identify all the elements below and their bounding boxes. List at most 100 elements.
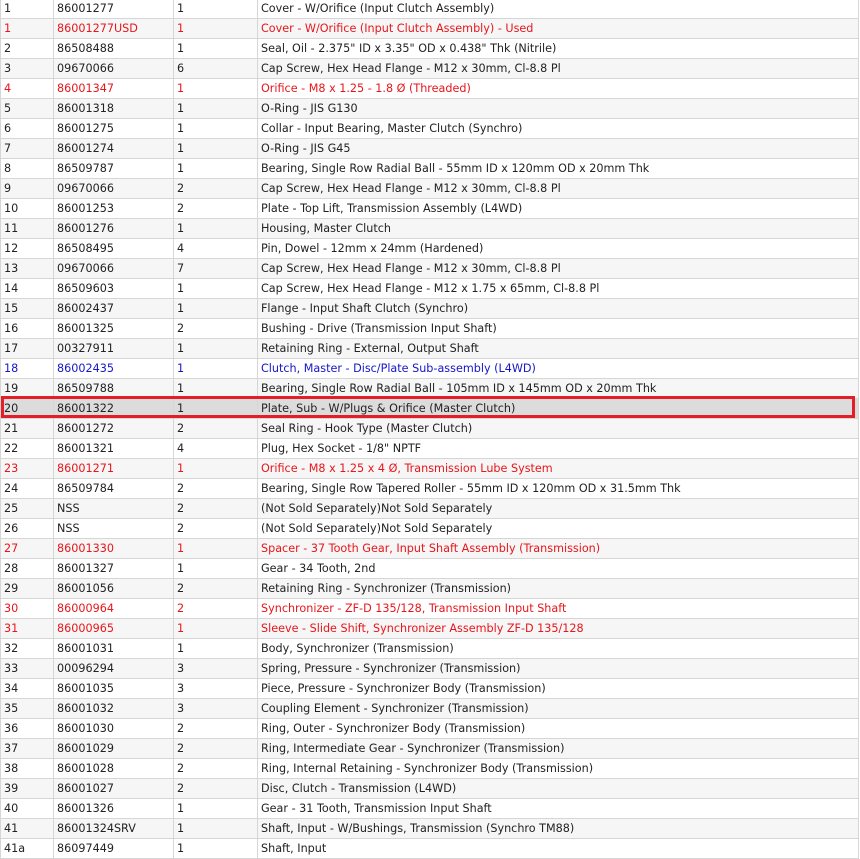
table-row[interactable]: 16 86001325 2 Bushing - Drive (Transmission… — [0, 318, 859, 339]
table-row[interactable]: 8 86509787 1 Bearing, Single Row Radial Bal… — [0, 158, 859, 179]
quantity-cell: 1 — [173, 98, 258, 119]
part-number-cell: 86509784 — [53, 478, 174, 499]
description-cell: Seal Ring - Hook Type (Master Clutch) — [257, 418, 859, 439]
table-row[interactable]: 39 86001027 2 Disc, Clutch - Transmission (… — [0, 778, 859, 799]
item-number-cell: 14 — [0, 278, 54, 299]
quantity-cell: 2 — [173, 318, 258, 339]
description-cell: Clutch, Master - Disc/Plate Sub-assembly… — [257, 358, 859, 379]
item-number-cell: 21 — [0, 418, 54, 439]
description-cell: (Not Sold Separately)Not Sold Separately — [257, 498, 859, 519]
part-number-cell: 09670066 — [53, 58, 174, 79]
table-row[interactable]: 40 86001326 1 Gear - 31 Tooth, Transmission… — [0, 798, 859, 819]
quantity-cell: 1 — [173, 358, 258, 379]
table-row[interactable]: 27 86001330 1 Spacer - 37 Tooth Gear, Input… — [0, 538, 859, 559]
part-number-cell: 86002435 — [53, 358, 174, 379]
item-number-cell: 27 — [0, 538, 54, 559]
table-row[interactable]: 25 NSS 2 (Not Sold Separately)Not Sold Sepa… — [0, 498, 859, 519]
table-row[interactable]: 31 86000965 1 Sleeve - Slide Shift, Synchro… — [0, 618, 859, 639]
table-row[interactable]: 33 00096294 3 Spring, Pressure - Synchroniz… — [0, 658, 859, 679]
table-row[interactable]: 1 86001277 1 Cover - W/Orifice (Input Clutc… — [0, 0, 859, 19]
table-row[interactable]: 21 86001272 2 Seal Ring - Hook Type (Master… — [0, 418, 859, 439]
table-row[interactable]: 34 86001035 3 Piece, Pressure - Synchronize… — [0, 678, 859, 699]
table-row[interactable]: 3 09670066 6 Cap Screw, Hex Head Flange - M… — [0, 58, 859, 79]
part-number-cell: 86001028 — [53, 758, 174, 779]
table-row[interactable]: 41a 86097449 1 Shaft, Input — [0, 838, 859, 859]
quantity-cell: 2 — [173, 718, 258, 739]
table-row[interactable]: 17 00327911 1 Retaining Ring - External, Ou… — [0, 338, 859, 359]
part-number-cell: 86001031 — [53, 638, 174, 659]
table-row[interactable]: 24 86509784 2 Bearing, Single Row Tapered R… — [0, 478, 859, 499]
table-row[interactable]: 6 86001275 1 Collar - Input Bearing, Master… — [0, 118, 859, 139]
quantity-cell: 1 — [173, 0, 258, 19]
table-row[interactable]: 2 86508488 1 Seal, Oil - 2.375" ID x 3.35" … — [0, 38, 859, 59]
table-row[interactable]: 22 86001321 4 Plug, Hex Socket - 1/8" NPTF — [0, 438, 859, 459]
description-cell: Sleeve - Slide Shift, Synchronizer Assem… — [257, 618, 859, 639]
table-row[interactable]: 1 86001277USD 1 Cover - W/Orifice (Input Cl… — [0, 18, 859, 39]
quantity-cell: 1 — [173, 538, 258, 559]
part-number-cell: 86001274 — [53, 138, 174, 159]
table-row[interactable]: 18 86002435 1 Clutch, Master - Disc/Plate S… — [0, 358, 859, 379]
quantity-cell: 2 — [173, 578, 258, 599]
item-number-cell: 13 — [0, 258, 54, 279]
part-number-cell: 09670066 — [53, 258, 174, 279]
table-row[interactable]: 19 86509788 1 Bearing, Single Row Radial Ba… — [0, 378, 859, 399]
description-cell: Cap Screw, Hex Head Flange - M12 x 1.75 … — [257, 278, 859, 299]
description-cell: Retaining Ring - External, Output Shaft — [257, 338, 859, 359]
part-number-cell: 86001276 — [53, 218, 174, 239]
table-row[interactable]: 41 86001324SRV 1 Shaft, Input - W/Bushings,… — [0, 818, 859, 839]
description-cell: Gear - 34 Tooth, 2nd — [257, 558, 859, 579]
description-cell: Plug, Hex Socket - 1/8" NPTF — [257, 438, 859, 459]
item-number-cell: 22 — [0, 438, 54, 459]
quantity-cell: 1 — [173, 618, 258, 639]
table-row[interactable]: 28 86001327 1 Gear - 34 Tooth, 2nd — [0, 558, 859, 579]
quantity-cell: 2 — [173, 758, 258, 779]
quantity-cell: 3 — [173, 658, 258, 679]
item-number-cell: 37 — [0, 738, 54, 759]
table-row[interactable]: 4 86001347 1 Orifice - M8 x 1.25 - 1.8 Ø (T… — [0, 78, 859, 99]
table-row[interactable]: 36 86001030 2 Ring, Outer - Synchronizer Bo… — [0, 718, 859, 739]
part-number-cell: 86001277 — [53, 0, 174, 19]
description-cell: Body, Synchronizer (Transmission) — [257, 638, 859, 659]
quantity-cell: 4 — [173, 438, 258, 459]
item-number-cell: 25 — [0, 498, 54, 519]
description-cell: Spacer - 37 Tooth Gear, Input Shaft Asse… — [257, 538, 859, 559]
table-row[interactable]: 10 86001253 2 Plate - Top Lift, Transmissio… — [0, 198, 859, 219]
table-row[interactable]: 26 NSS 2 (Not Sold Separately)Not Sold Sepa… — [0, 518, 859, 539]
description-cell: Orifice - M8 x 1.25 x 4 Ø, Transmission … — [257, 458, 859, 479]
table-row[interactable]: 38 86001028 2 Ring, Internal Retaining - Sy… — [0, 758, 859, 779]
table-row[interactable]: 23 86001271 1 Orifice - M8 x 1.25 x 4 Ø, Tr… — [0, 458, 859, 479]
table-row[interactable]: 15 86002437 1 Flange - Input Shaft Clutch (… — [0, 298, 859, 319]
part-number-cell: 86001029 — [53, 738, 174, 759]
table-row[interactable]: 7 86001274 1 O-Ring - JIS G45 — [0, 138, 859, 159]
quantity-cell: 1 — [173, 138, 258, 159]
description-cell: Plate - Top Lift, Transmission Assembly … — [257, 198, 859, 219]
table-row[interactable]: 35 86001032 3 Coupling Element - Synchroniz… — [0, 698, 859, 719]
table-row[interactable]: 11 86001276 1 Housing, Master Clutch — [0, 218, 859, 239]
item-number-cell: 23 — [0, 458, 54, 479]
description-cell: Flange - Input Shaft Clutch (Synchro) — [257, 298, 859, 319]
table-row[interactable]: 37 86001029 2 Ring, Intermediate Gear - Syn… — [0, 738, 859, 759]
table-row[interactable]: 9 09670066 2 Cap Screw, Hex Head Flange - M… — [0, 178, 859, 199]
quantity-cell: 1 — [173, 278, 258, 299]
table-row[interactable]: 30 86000964 2 Synchronizer - ZF-D 135/128, … — [0, 598, 859, 619]
quantity-cell: 1 — [173, 798, 258, 819]
description-cell: Shaft, Input - W/Bushings, Transmission … — [257, 818, 859, 839]
table-row[interactable]: 14 86509603 1 Cap Screw, Hex Head Flange - … — [0, 278, 859, 299]
part-number-cell: 86001271 — [53, 458, 174, 479]
description-cell: Cover - W/Orifice (Input Clutch Assembly… — [257, 18, 859, 39]
part-number-cell: 86000964 — [53, 598, 174, 619]
table-row[interactable]: 5 86001318 1 O-Ring - JIS G130 — [0, 98, 859, 119]
part-number-cell: 86001032 — [53, 698, 174, 719]
quantity-cell: 2 — [173, 518, 258, 539]
item-number-cell: 35 — [0, 698, 54, 719]
description-cell: Piece, Pressure - Synchronizer Body (Tra… — [257, 678, 859, 699]
table-row[interactable]: 20 86001322 1 Plate, Sub - W/Plugs & Orific… — [0, 398, 859, 419]
table-row[interactable]: 29 86001056 2 Retaining Ring - Synchronizer… — [0, 578, 859, 599]
description-cell: Cap Screw, Hex Head Flange - M12 x 30mm,… — [257, 258, 859, 279]
description-cell: Bearing, Single Row Radial Ball - 55mm I… — [257, 158, 859, 179]
item-number-cell: 15 — [0, 298, 54, 319]
table-row[interactable]: 12 86508495 4 Pin, Dowel - 12mm x 24mm (Har… — [0, 238, 859, 259]
part-number-cell: 86001327 — [53, 558, 174, 579]
table-row[interactable]: 32 86001031 1 Body, Synchronizer (Transmiss… — [0, 638, 859, 659]
table-row[interactable]: 13 09670066 7 Cap Screw, Hex Head Flange - … — [0, 258, 859, 279]
